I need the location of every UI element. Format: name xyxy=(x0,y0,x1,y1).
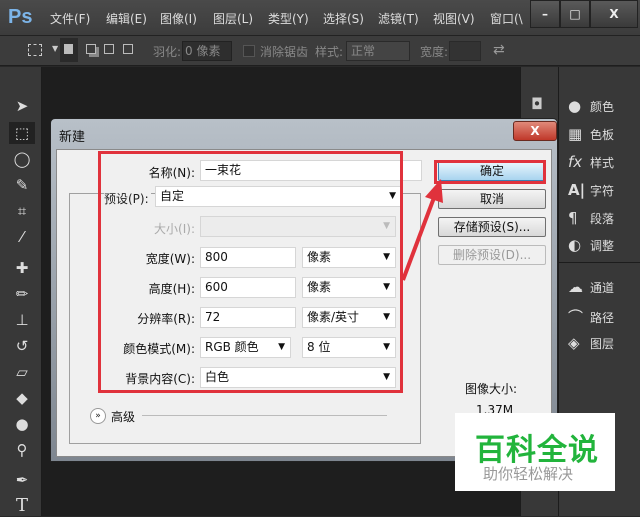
menu-filter[interactable]: 滤镜(T) xyxy=(378,10,419,27)
panel-character[interactable]: A| 字符 xyxy=(568,181,614,199)
quick-select-tool-icon[interactable]: ✎ xyxy=(9,174,35,196)
brush-tool-icon[interactable]: ✏ xyxy=(9,283,35,305)
panel-color[interactable]: ● 颜色 xyxy=(568,97,614,115)
fx-icon: fx xyxy=(568,153,583,171)
pen-tool-icon[interactable]: ✒ xyxy=(9,469,35,491)
menu-layer[interactable]: 图层(L) xyxy=(213,10,253,27)
advanced-toggle-icon[interactable]: » xyxy=(90,408,106,424)
swatches-icon: ▦ xyxy=(568,125,583,143)
dialog-close-button[interactable]: X xyxy=(513,121,557,141)
width-input[interactable] xyxy=(449,41,481,61)
maximize-button[interactable]: □ xyxy=(560,0,590,28)
image-size-label: 图像大小: xyxy=(465,382,518,396)
chevron-down-icon[interactable]: ▼ xyxy=(52,44,58,53)
type-tool-icon[interactable]: T xyxy=(9,495,35,517)
feather-label: 羽化: xyxy=(153,45,182,59)
panel-layers[interactable]: ◈ 图层 xyxy=(568,334,614,352)
history-brush-tool-icon[interactable]: ↺ xyxy=(9,335,35,357)
new-selection-icon[interactable] xyxy=(60,38,78,62)
style-select[interactable]: 正常 xyxy=(346,41,410,61)
menu-bar: Ps 文件(F) 编辑(E) 图像(I) 图层(L) 类型(Y) 选择(S) 滤… xyxy=(0,0,640,36)
menu-type[interactable]: 类型(Y) xyxy=(268,10,309,27)
adjust-icon: ◐ xyxy=(568,236,582,254)
paint-bucket-tool-icon[interactable]: ◆ xyxy=(9,387,35,409)
panel-paragraph[interactable]: ¶ 段落 xyxy=(568,209,614,227)
highlight-box-form xyxy=(98,151,403,393)
subtract-selection-icon[interactable] xyxy=(104,44,114,54)
healing-brush-tool-icon[interactable]: ✚ xyxy=(9,257,35,279)
ps-logo: Ps xyxy=(8,6,33,28)
panel-divider xyxy=(558,262,640,263)
tools-panel: ➤ ⬚ ◯ ✎ ⌗ ⁄ ✚ ✏ ⊥ ↺ ▱ ◆ ● ⚲ ✒ T xyxy=(0,67,42,516)
options-bar: ▼ 羽化: 0 像素 消除锯齿 样式: 正常 宽度: ⇄ xyxy=(0,36,640,66)
advanced-divider xyxy=(142,415,387,416)
menu-edit[interactable]: 编辑(E) xyxy=(106,10,147,27)
eyedropper-tool-icon[interactable]: ⁄ xyxy=(9,226,35,248)
crop-tool-icon[interactable]: ⌗ xyxy=(9,200,35,222)
panel-channels[interactable]: ☁ 通道 xyxy=(568,278,614,296)
blur-tool-icon[interactable]: ● xyxy=(9,413,35,435)
width-label: 宽度: xyxy=(420,45,449,59)
panel-paths[interactable]: ⌒ 路径 xyxy=(568,306,614,327)
paragraph-icon: ¶ xyxy=(568,209,578,227)
panel-swatches[interactable]: ▦ 色板 xyxy=(568,125,614,143)
arrow-annotation-icon xyxy=(401,179,443,281)
style-label: 样式: xyxy=(315,45,344,59)
menu-view[interactable]: 视图(V) xyxy=(433,10,475,27)
close-button[interactable]: X xyxy=(590,0,638,28)
panel-styles[interactable]: fx 样式 xyxy=(568,153,614,171)
dialog-title: 新建 xyxy=(59,130,86,145)
3d-icon[interactable]: ◘ xyxy=(531,95,543,113)
lasso-tool-icon[interactable]: ◯ xyxy=(9,148,35,170)
move-tool-icon[interactable]: ➤ xyxy=(9,95,35,117)
menu-file[interactable]: 文件(F) xyxy=(50,10,90,27)
minimize-button[interactable]: – xyxy=(530,0,560,28)
stamp-tool-icon[interactable]: ⊥ xyxy=(9,309,35,331)
advanced-label: 高级 xyxy=(111,410,136,424)
intersect-selection-icon[interactable] xyxy=(123,44,133,54)
panel-adjustments[interactable]: ◐ 调整 xyxy=(568,236,614,254)
antialias-checkbox[interactable] xyxy=(243,45,255,57)
dodge-tool-icon[interactable]: ⚲ xyxy=(9,439,35,461)
feather-input[interactable]: 0 像素 xyxy=(182,41,232,61)
marquee-tool-icon[interactable]: ⬚ xyxy=(9,122,35,144)
swap-icon[interactable]: ⇄ xyxy=(493,42,505,58)
watermark: 百科全说 助你轻松解决 xyxy=(455,413,615,491)
add-selection-icon[interactable] xyxy=(86,44,96,54)
eraser-tool-icon[interactable]: ▱ xyxy=(9,361,35,383)
menu-window[interactable]: 窗口(\ xyxy=(490,10,528,27)
menu-select[interactable]: 选择(S) xyxy=(323,10,364,27)
marquee-icon[interactable] xyxy=(28,44,42,56)
channels-icon: ☁ xyxy=(568,278,583,296)
layers-icon: ◈ xyxy=(568,334,580,352)
watermark-subtitle: 助你轻松解决 xyxy=(483,465,574,483)
paths-icon: ⌒ xyxy=(568,308,584,326)
palette-icon: ● xyxy=(568,97,582,115)
character-icon: A| xyxy=(568,181,586,199)
antialias-label: 消除锯齿 xyxy=(260,45,309,59)
menu-image[interactable]: 图像(I) xyxy=(160,10,197,27)
